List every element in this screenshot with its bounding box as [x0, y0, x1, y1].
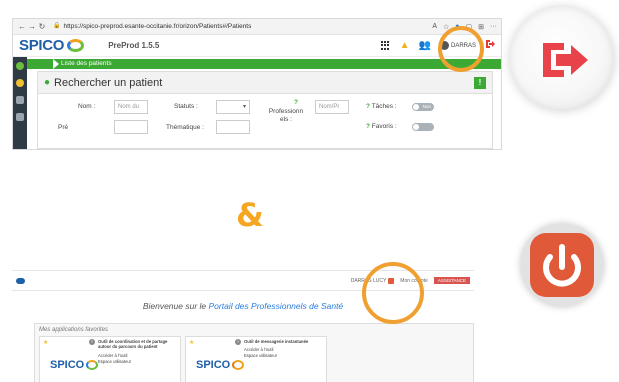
chevron-down-icon: ▾ — [242, 104, 246, 110]
team-icon[interactable]: 👥 — [419, 40, 431, 51]
app-body: Liste des patients ● Rechercher un patie… — [13, 57, 501, 149]
address-bar[interactable]: 🔒 https://spico-preprod.esante-occitanie… — [53, 21, 283, 32]
search-panel: ● Rechercher un patient ! Nom : Nom du S… — [37, 71, 493, 149]
spico-card-logo: SPICO — [50, 359, 99, 371]
professionnels-input[interactable]: Nom/Pr — [315, 100, 349, 114]
help-icon[interactable]: ? — [89, 339, 95, 345]
user-icon: ● — [44, 77, 51, 88]
prenom-input[interactable] — [114, 120, 148, 134]
read-aloud-icon[interactable]: A — [432, 23, 437, 31]
app-header: SPICO PreProd 1.5.5 ▲ 👥 DARRAS — [13, 35, 501, 57]
spico-card-logo: SPICO — [196, 359, 245, 371]
power-icon — [530, 233, 594, 297]
taches-toggle[interactable]: Non — [412, 103, 434, 111]
lock-icon: 🔒 — [53, 23, 61, 29]
sidebar-calendar-icon[interactable] — [16, 113, 24, 121]
power-highlight-ring — [362, 262, 424, 324]
back-icon[interactable]: ← — [17, 22, 27, 31]
app-card-title: Outil de messagerie instantanée — [244, 339, 309, 344]
sidebar-spico-icon[interactable] — [16, 79, 24, 87]
access-tool-link[interactable]: Accéder à l'outil — [244, 347, 273, 352]
portal-logo[interactable] — [16, 277, 25, 284]
thematique-select[interactable] — [216, 120, 250, 134]
apps-grid-icon[interactable] — [380, 40, 391, 51]
thematique-label: Thématique : — [166, 124, 204, 131]
forward-icon[interactable]: → — [27, 22, 37, 31]
logout-highlight-ring — [438, 26, 484, 72]
help-icon[interactable]: ? — [366, 103, 370, 110]
sidebar-home-icon[interactable] — [16, 62, 24, 70]
star-icon[interactable]: ★ — [189, 339, 194, 346]
spico-ring-icon — [232, 360, 245, 370]
help-icon[interactable]: ? — [235, 339, 241, 345]
professionnels-label: Professionn els : — [268, 108, 304, 123]
ampersand-label: & — [236, 196, 264, 234]
sidebar — [13, 57, 27, 149]
spico-logo-text: SPICO — [19, 37, 65, 54]
sidebar-bell-icon[interactable] — [16, 96, 24, 104]
url-text: https://spico-preprod.esante-occitanie.f… — [63, 23, 252, 30]
bell-icon[interactable]: ▲ — [400, 40, 410, 51]
panel-title: ● Rechercher un patient — [44, 77, 162, 89]
help-icon[interactable]: ? — [366, 123, 370, 130]
spico-logo-ring-icon — [67, 39, 85, 52]
breadcrumb: Liste des patients — [27, 59, 501, 69]
spico-app-screenshot: ← → ↻ 🔒 https://spico-preprod.esante-occ… — [12, 18, 502, 150]
breadcrumb-label[interactable]: Liste des patients — [61, 59, 112, 69]
star-icon[interactable]: ★ — [43, 339, 48, 346]
browser-toolbar: ← → ↻ 🔒 https://spico-preprod.esante-occ… — [13, 19, 501, 35]
app-card[interactable]: ★ ? Outil de messagerie instantanée Accé… — [185, 336, 327, 382]
welcome-highlight: Portail des Professionnels de Santé — [208, 301, 344, 311]
spico-logo[interactable]: SPICO — [19, 37, 85, 54]
search-form: Nom : Nom du Statuts : ▾ ? Professionn e… — [38, 94, 492, 149]
logout-arrow-icon — [543, 43, 588, 77]
statuts-label: Statuts : — [174, 103, 198, 110]
info-button[interactable]: ! — [474, 76, 486, 89]
more-menu-icon[interactable]: ··· — [490, 23, 497, 31]
row2-label: Pré — [58, 124, 69, 131]
spico-card-logo-text: SPICO — [50, 359, 85, 371]
taches-label: ? Tâches : — [366, 103, 397, 110]
favoris-label: ? Favoris : — [366, 123, 397, 130]
breadcrumb-arrow-icon — [53, 59, 59, 69]
welcome-prefix: Bienvenue sur le — [142, 301, 209, 311]
app-card[interactable]: ★ ? Outil de coordination et de partage … — [39, 336, 181, 382]
user-space-link[interactable]: Espace utilisateur — [244, 353, 277, 358]
version-label: PreProd 1.5.5 — [108, 41, 160, 50]
assistance-button[interactable]: ASSISTANCE — [433, 277, 470, 284]
logout-zoom-circle — [510, 7, 614, 111]
reload-icon[interactable]: ↻ — [37, 22, 47, 31]
panel-title-text: Rechercher un patient — [54, 76, 163, 89]
favorite-apps-title: Mes applications favorites — [39, 327, 109, 333]
nom-label: Nom : — [78, 103, 96, 110]
user-space-link[interactable]: Espace utilisateur — [98, 359, 131, 364]
app-card-title: Outil de coordination et de partage auto… — [98, 339, 168, 349]
help-icon[interactable]: ? — [294, 99, 298, 106]
spico-ring-icon — [86, 360, 99, 370]
esante-logo-icon — [16, 277, 25, 284]
search-panel-header: ● Rechercher un patient ! — [38, 72, 492, 94]
collections-icon[interactable]: ⊞ — [478, 23, 484, 31]
access-tool-link[interactable]: Accéder à l'outil — [98, 353, 127, 358]
statuts-select[interactable]: ▾ — [216, 100, 250, 114]
spico-card-logo-text: SPICO — [196, 359, 231, 371]
favorite-apps-section: Mes applications favorites ★ ? Outil de … — [34, 323, 474, 382]
favoris-toggle[interactable] — [412, 123, 434, 131]
nom-input[interactable]: Nom du — [114, 100, 148, 114]
logout-icon[interactable] — [485, 39, 495, 52]
